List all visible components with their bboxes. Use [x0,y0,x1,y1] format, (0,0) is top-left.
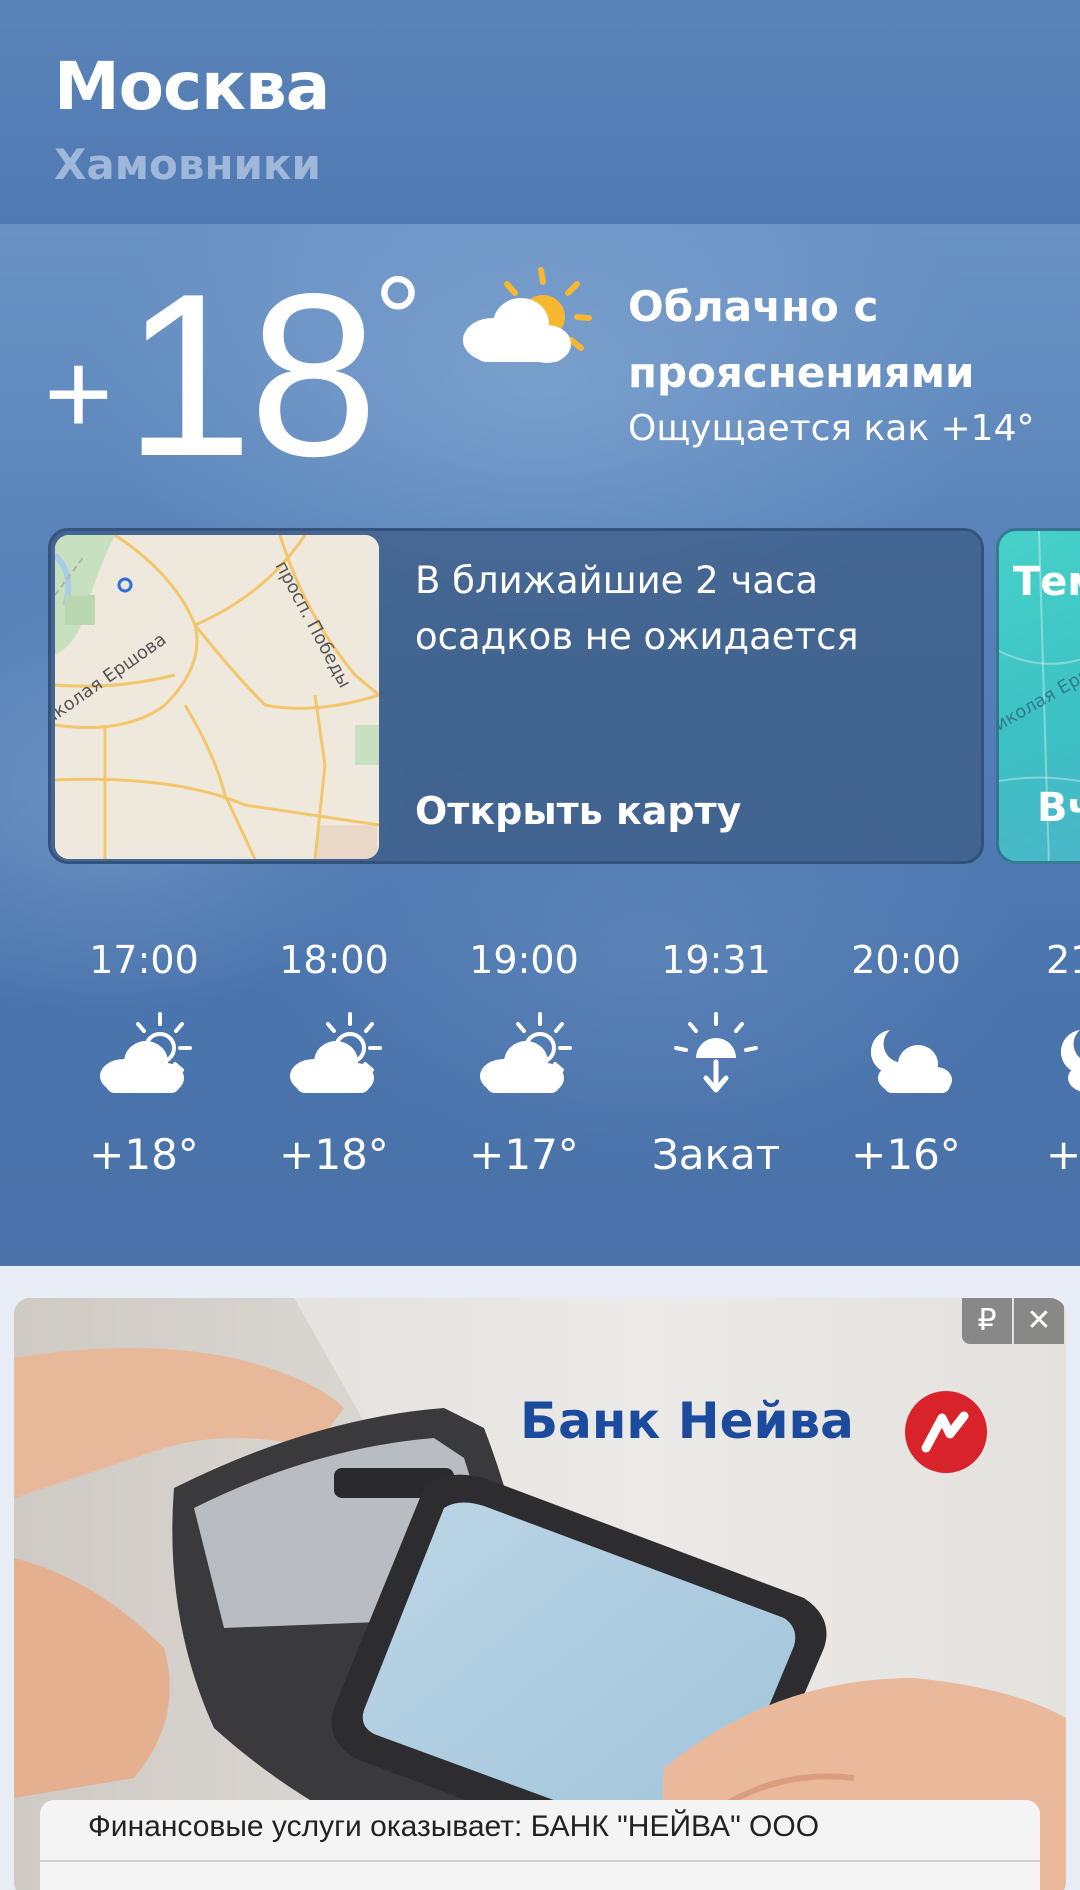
sunset-icon [674,1012,758,1093]
ad-close-button[interactable]: ✕ [1014,1298,1064,1344]
feels-like-text: Ощущается как +14° [628,408,1035,449]
bank-logo-icon [905,1391,987,1473]
temperature-sign: + [44,328,113,460]
cloud-sun-icon [480,1012,572,1093]
hourly-temp: +1 [1046,1130,1080,1179]
hourly-forecast[interactable]: 17:00 +18° 18:00 +18° 19:00 +17° 19:31 З… [0,930,1080,1250]
district-name: Хамовники [54,140,321,189]
hourly-time: 17:00 [89,938,199,982]
advertisement-banner[interactable]: Банк Нейва ₽ ✕ Финансовые услуги оказыва… [14,1298,1066,1890]
hourly-item[interactable]: 21 +1 [1016,930,1080,1190]
next-widget-card[interactable]: иколая Ерш Тем Вч [996,528,1080,864]
hourly-item[interactable]: 19:31 Закат [636,930,796,1190]
next-card-map-label: иколая Ерш [999,661,1080,735]
cloud-sun-icon [290,1012,382,1093]
hourly-item[interactable]: 19:00 +17° [444,930,604,1190]
next-card-action[interactable]: Вч [1037,785,1080,831]
precipitation-map-thumbnail[interactable]: просп. Победы иколая Ершова [55,535,379,859]
ad-disclaimer-text: Финансовые услуги оказывает: БАНК "НЕЙВА… [88,1810,820,1843]
temperature-degree: ° [374,252,422,386]
location-header[interactable]: Москва Хамовники [0,0,1080,224]
ad-divider [40,1860,1040,1862]
ad-disclaimer-panel: Финансовые услуги оказывает: БАНК "НЕЙВА… [40,1800,1040,1890]
hourly-temp: +18° [89,1130,199,1179]
open-map-link[interactable]: Открыть карту [415,789,741,833]
hourly-item[interactable]: 17:00 +18° [64,930,224,1190]
hourly-time: 18:00 [279,938,389,982]
cloud-sun-icon [100,1012,192,1093]
hourly-temp: +16° [851,1130,961,1179]
ad-info-button[interactable]: ₽ [962,1298,1012,1344]
hourly-temp: +18° [279,1130,389,1179]
map-image: просп. Победы иколая Ершова [55,535,379,859]
hourly-time: 19:00 [469,938,579,982]
hourly-time: 20:00 [851,938,961,982]
hourly-item[interactable]: 18:00 +18° [254,930,414,1190]
hourly-time: 19:31 [661,938,771,982]
hourly-temp: +17° [469,1130,579,1179]
hourly-time: 21 [1046,938,1080,982]
hourly-item[interactable]: 20:00 +16° [826,930,986,1190]
temperature-value: 18 [124,246,378,505]
cloud-moon-icon [1060,1030,1080,1092]
next-card-title: Тем [1013,559,1080,605]
hourly-label: Закат [651,1130,781,1179]
cloud-moon-icon [870,1030,952,1093]
city-name[interactable]: Москва [54,48,330,125]
partly-cloudy-sun-icon [463,267,592,363]
nowcast-card[interactable]: просп. Победы иколая Ершова В ближайшие … [48,528,984,864]
nowcast-text: В ближайшие 2 часа осадков не ожидается [415,559,859,658]
ad-bank-name: Банк Нейва [520,1392,854,1450]
condition-text: Облачно с прояснениями [628,282,975,397]
